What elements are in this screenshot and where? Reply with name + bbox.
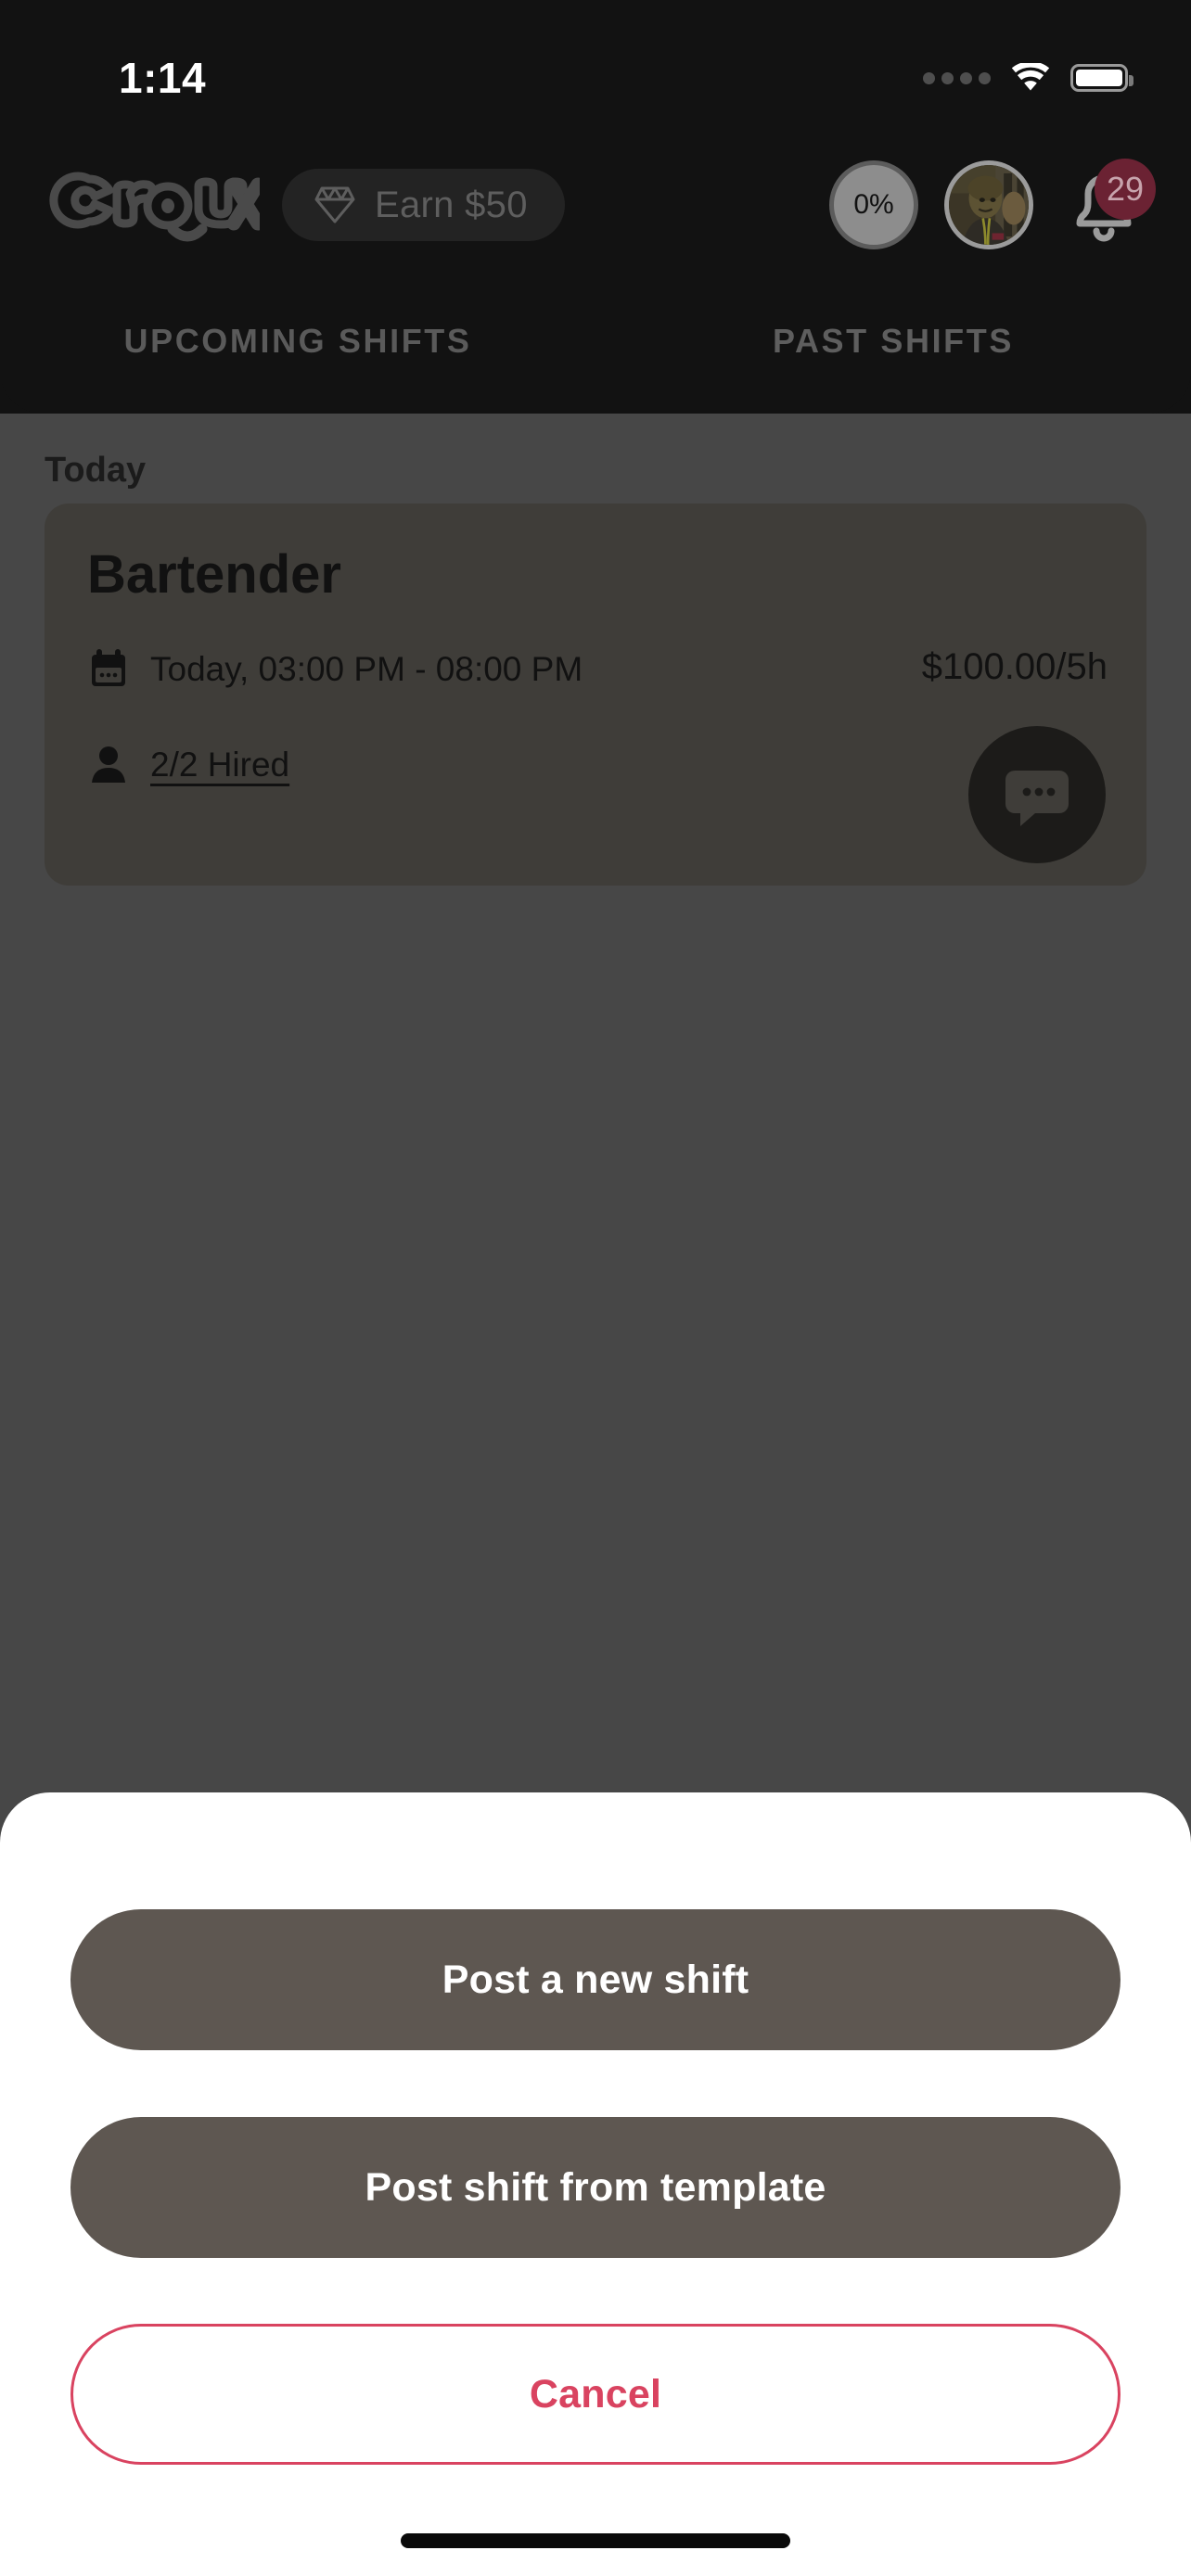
notifications-button[interactable]: 29	[1059, 159, 1156, 249]
profile-progress-ring[interactable]: 0%	[829, 160, 918, 249]
chat-bubble-icon	[1002, 759, 1072, 830]
status-bar-indicators	[923, 63, 1133, 93]
shift-time-text: Today, 03:00 PM - 08:00 PM	[150, 649, 583, 688]
shift-price: $100.00/5h	[921, 646, 1108, 687]
section-title-today: Today	[45, 451, 147, 490]
wifi-icon	[1011, 63, 1050, 93]
tab-upcoming-shifts[interactable]: UPCOMING SHIFTS	[0, 289, 596, 414]
shift-role-title: Bartender	[87, 544, 341, 605]
action-sheet: Post a new shift Post shift from templat…	[0, 1792, 1191, 2576]
cancel-label: Cancel	[529, 2371, 662, 2417]
cancel-button[interactable]: Cancel	[70, 2324, 1121, 2465]
croux-logo-icon	[45, 162, 260, 248]
home-indicator	[401, 2533, 790, 2548]
post-shift-from-template-button[interactable]: Post shift from template	[70, 2117, 1121, 2258]
shift-hired-link[interactable]: 2/2 Hired	[150, 747, 289, 782]
tab-past-shifts-label: PAST SHIFTS	[773, 322, 1014, 360]
notifications-badge: 29	[1095, 159, 1156, 220]
header-brand-row: Earn $50 0% 29	[0, 121, 1191, 289]
tab-past-shifts[interactable]: PAST SHIFTS	[596, 289, 1191, 414]
header-actions: 0% 29	[829, 159, 1156, 249]
cellular-signal-icon	[923, 71, 991, 84]
gem-icon	[314, 185, 356, 224]
status-bar: 1:14	[0, 0, 1191, 121]
earn-reward-button[interactable]: Earn $50	[282, 169, 565, 241]
tab-upcoming-shifts-label: UPCOMING SHIFTS	[123, 322, 472, 360]
shift-tabs: UPCOMING SHIFTS PAST SHIFTS	[0, 289, 1191, 414]
avatar[interactable]	[944, 160, 1033, 249]
earn-reward-label: Earn $50	[375, 185, 528, 225]
post-new-shift-label: Post a new shift	[442, 1957, 749, 2002]
post-shift-from-template-label: Post shift from template	[365, 2164, 826, 2210]
shift-hired-row: 2/2 Hired	[87, 743, 289, 785]
person-icon	[87, 743, 130, 785]
calendar-icon	[87, 647, 130, 690]
profile-progress-value: 0%	[853, 189, 894, 220]
battery-icon	[1070, 64, 1133, 92]
shift-time-row: Today, 03:00 PM - 08:00 PM	[87, 647, 583, 690]
shift-card[interactable]: Bartender Today, 03:00 PM - 08:00 PM 2/2…	[45, 504, 1146, 886]
phone-screen: 1:14 Earn $50 0% 29 UPCOMING SHIFTS PAST…	[0, 0, 1191, 2576]
status-bar-time: 1:14	[119, 54, 207, 102]
post-new-shift-button[interactable]: Post a new shift	[70, 1909, 1121, 2050]
shift-chat-button[interactable]	[968, 726, 1106, 863]
